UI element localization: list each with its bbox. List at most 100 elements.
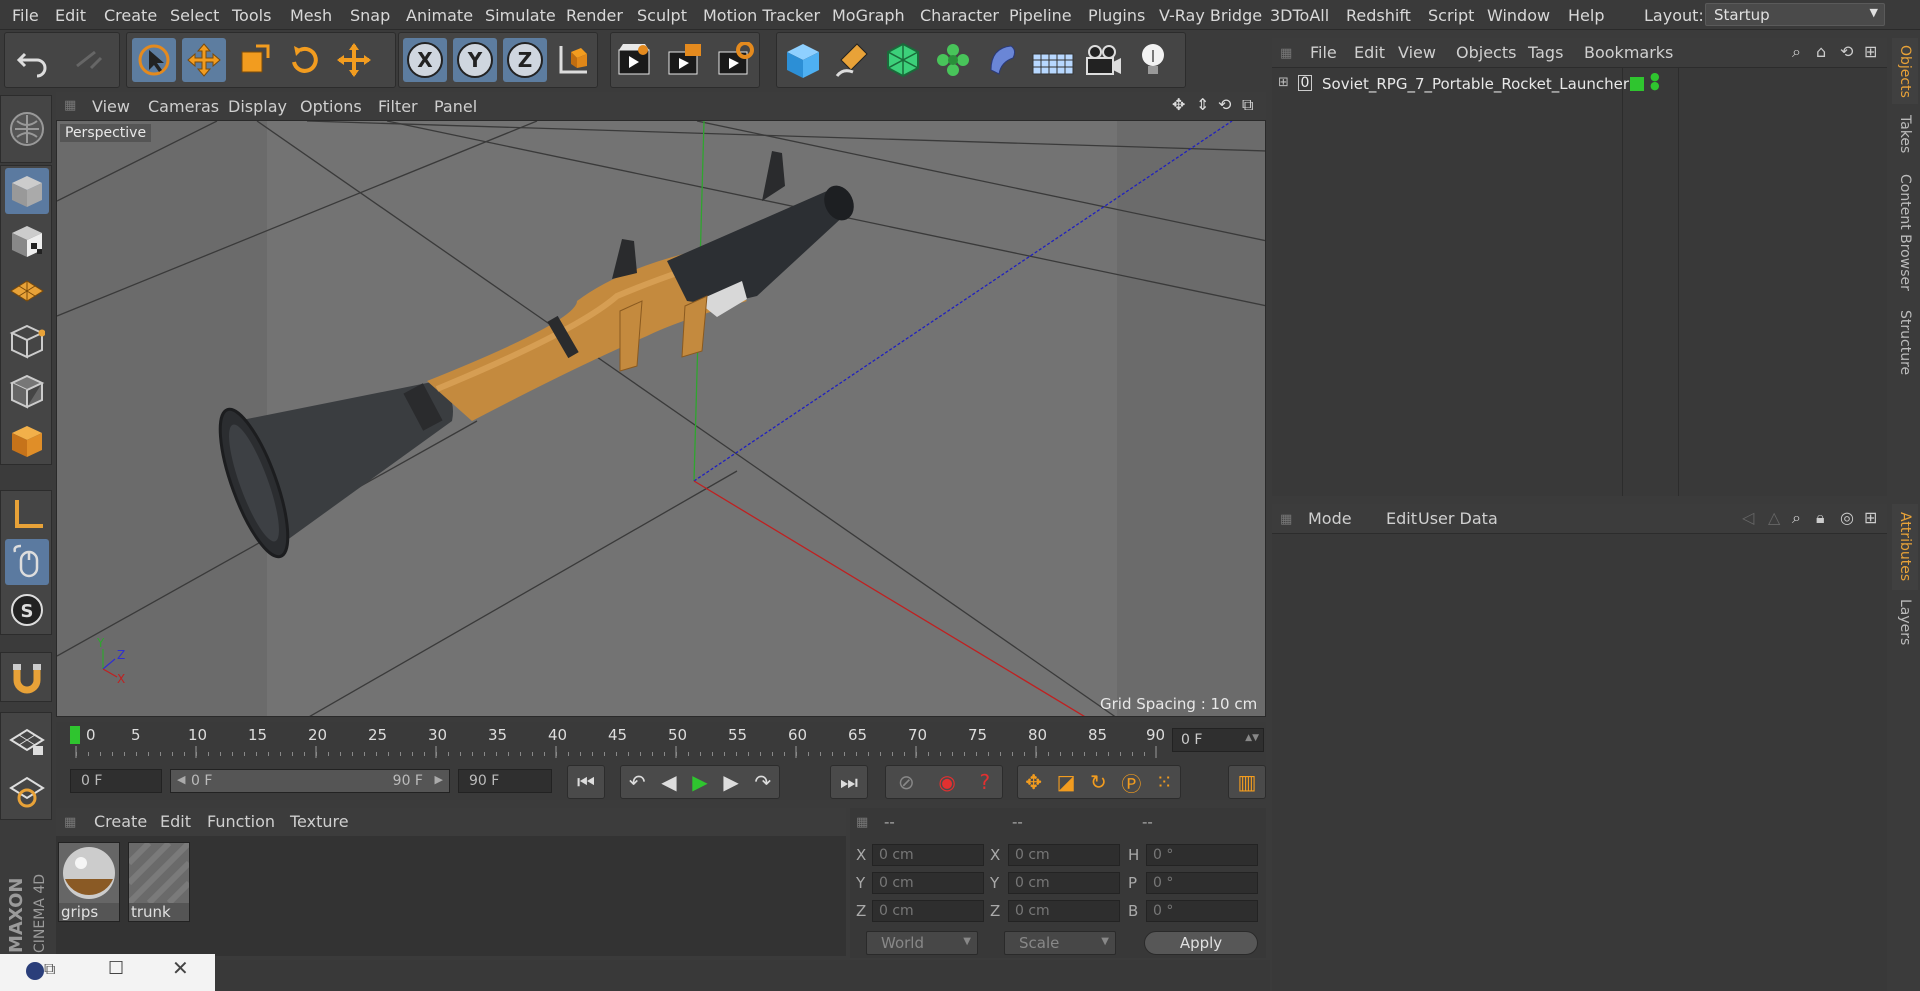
current-frame-field[interactable]: 0 F ▲▼: [1172, 728, 1264, 752]
object-row[interactable]: ⊞ 0 Soviet_RPG_7_Portable_Rocket_Launche…: [1272, 71, 1887, 98]
snap-magnet-icon[interactable]: [5, 655, 49, 701]
object-menu-objects[interactable]: Objects: [1456, 43, 1516, 62]
pos-y-field[interactable]: 0 cm: [872, 872, 984, 894]
drag-handle-icon[interactable]: ▦: [64, 815, 76, 830]
play-forwards-icon[interactable]: ▶: [692, 770, 707, 794]
menu-vray-bridge[interactable]: V-Ray Bridge: [1159, 6, 1262, 25]
orbit-view-icon[interactable]: ⟲: [1218, 95, 1231, 114]
menu-snap[interactable]: Snap: [350, 6, 390, 25]
axis-mode-icon[interactable]: [5, 491, 49, 537]
up-arrow-icon[interactable]: △: [1768, 508, 1780, 527]
rotate-icon[interactable]: [282, 38, 326, 82]
rot-p-field[interactable]: 0 °: [1146, 872, 1258, 894]
menu-select[interactable]: Select: [170, 6, 219, 25]
redo-icon[interactable]: [67, 38, 111, 82]
drag-handle-icon[interactable]: ▦: [856, 815, 868, 830]
polygons-mode-icon[interactable]: [5, 418, 49, 464]
restore-icon[interactable]: ⧉: [44, 959, 55, 979]
key-parameter-icon[interactable]: Ⓟ: [1121, 768, 1141, 797]
end-frame-field[interactable]: 90 F: [458, 769, 552, 793]
tab-takes[interactable]: Takes: [1892, 108, 1918, 160]
expand-icon[interactable]: ⊞: [1278, 75, 1289, 90]
viewport-menu-display[interactable]: Display: [228, 97, 287, 116]
new-view-icon[interactable]: ⊞: [1864, 508, 1877, 527]
timeline-ruler[interactable]: 0 5 10 15 20 25 30 35 40 45 50 55 60 65 …: [56, 722, 1266, 762]
perspective-viewport[interactable]: Y Z X: [56, 120, 1266, 717]
menu-mograph[interactable]: MoGraph: [832, 6, 905, 25]
material-menu-texture[interactable]: Texture: [290, 812, 349, 831]
menu-help[interactable]: Help: [1568, 6, 1604, 25]
menu-pipeline[interactable]: Pipeline: [1009, 6, 1072, 25]
cinema4d-app-icon[interactable]: [26, 962, 44, 980]
menu-create[interactable]: Create: [104, 6, 157, 25]
chevron-left-icon[interactable]: ◀: [177, 773, 185, 786]
key-scale-icon[interactable]: ◪: [1057, 770, 1076, 794]
spinner-icon[interactable]: ▲▼: [1245, 733, 1259, 743]
lock-icon[interactable]: 🔒︎: [1816, 508, 1825, 528]
lock-workplane-icon[interactable]: [5, 717, 49, 763]
viewport-menu-cameras[interactable]: Cameras: [148, 97, 219, 116]
cube-icon[interactable]: [781, 38, 825, 82]
object-menu-tags[interactable]: Tags: [1528, 43, 1563, 62]
menu-simulate[interactable]: Simulate: [485, 6, 556, 25]
maximize-view-icon[interactable]: ⧉: [1242, 95, 1253, 115]
light-icon[interactable]: [1131, 38, 1175, 82]
viewport-menu-options[interactable]: Options: [300, 97, 362, 116]
viewport-menu-filter[interactable]: Filter: [378, 97, 418, 116]
back-arrow-icon[interactable]: ◁: [1742, 508, 1754, 527]
material-menu-edit[interactable]: Edit: [160, 812, 191, 831]
x-axis-icon[interactable]: X: [403, 38, 447, 82]
live-selection-icon[interactable]: [132, 38, 176, 82]
viewport-menu-panel[interactable]: Panel: [434, 97, 477, 116]
menu-character[interactable]: Character: [920, 6, 999, 25]
key-pla-icon[interactable]: ⁙: [1156, 770, 1173, 794]
pos-z-field[interactable]: 0 cm: [872, 900, 984, 922]
drag-handle-icon[interactable]: ▦: [1280, 46, 1292, 61]
object-name[interactable]: Soviet_RPG_7_Portable_Rocket_Launcher: [1322, 75, 1629, 93]
object-menu-bookmarks[interactable]: Bookmarks: [1584, 43, 1673, 62]
menu-window[interactable]: Window: [1487, 6, 1550, 25]
dolly-view-icon[interactable]: ⇕: [1196, 95, 1209, 114]
search-icon[interactable]: ⌕: [1792, 508, 1801, 528]
menu-3dtoall[interactable]: 3DToAll: [1270, 6, 1329, 25]
attributes-menu-edit[interactable]: Edit: [1386, 509, 1417, 528]
material-menu-function[interactable]: Function: [207, 812, 275, 831]
tab-attributes[interactable]: Attributes: [1892, 504, 1918, 590]
subdivision-icon[interactable]: [881, 38, 925, 82]
layer-color-icon[interactable]: [1630, 77, 1644, 91]
tab-objects[interactable]: Objects: [1892, 38, 1918, 104]
visibility-dots-icon[interactable]: ● ●: [1650, 71, 1660, 91]
rot-b-field[interactable]: 0 °: [1146, 900, 1258, 922]
apply-button[interactable]: Apply: [1144, 931, 1258, 955]
home-icon[interactable]: ⌂: [1816, 42, 1826, 61]
new-view-icon[interactable]: ⊞: [1864, 42, 1877, 61]
range-slider[interactable]: ◀ 0 F 90 F ▶: [170, 769, 450, 793]
pos-x-field[interactable]: 0 cm: [872, 844, 984, 866]
make-editable-icon[interactable]: [5, 106, 49, 152]
menu-sculpt[interactable]: Sculpt: [637, 6, 687, 25]
size-z-field[interactable]: 0 cm: [1008, 900, 1120, 922]
object-menu-view[interactable]: View: [1398, 43, 1436, 62]
coordinate-system-icon[interactable]: [551, 38, 595, 82]
menu-mesh[interactable]: Mesh: [290, 6, 332, 25]
layout-dropdown[interactable]: Startup ▼: [1705, 3, 1885, 26]
scale-dropdown[interactable]: Scale ▼: [1004, 931, 1116, 955]
material-menu-create[interactable]: Create: [94, 812, 147, 831]
render-picture-viewer-icon[interactable]: [663, 38, 707, 82]
tweak-mode-icon[interactable]: [5, 539, 49, 585]
go-to-end-button[interactable]: ⏭: [830, 765, 868, 799]
timeline-button[interactable]: ▥: [1228, 765, 1266, 799]
workplane-icon[interactable]: [5, 268, 49, 314]
viewport-menu-view[interactable]: View: [92, 97, 130, 116]
z-axis-icon[interactable]: Z: [503, 38, 547, 82]
previous-key-icon[interactable]: ↶: [629, 770, 646, 794]
attributes-menu-mode[interactable]: Mode: [1308, 509, 1352, 528]
keyframe-selection-icon[interactable]: ?: [980, 770, 991, 794]
go-to-start-button[interactable]: ⏮: [567, 765, 605, 799]
menu-motion-tracker[interactable]: Motion Tracker: [703, 6, 820, 25]
next-key-icon[interactable]: ↷: [754, 770, 771, 794]
attributes-menu-user-data[interactable]: User Data: [1418, 509, 1498, 528]
deformer-icon[interactable]: [981, 38, 1025, 82]
tab-structure[interactable]: Structure: [1892, 304, 1918, 382]
pen-icon[interactable]: [831, 38, 875, 82]
